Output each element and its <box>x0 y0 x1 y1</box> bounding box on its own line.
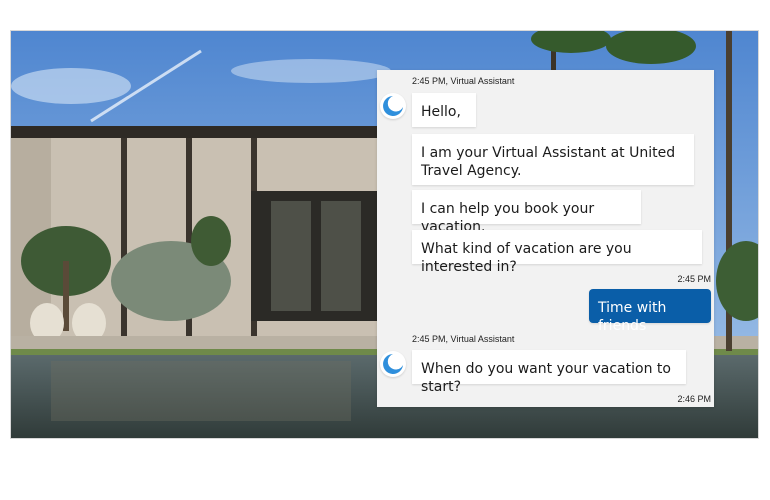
crescent-moon-avatar-icon <box>380 93 406 119</box>
assistant-message: I can help you book your vacation. <box>412 190 641 235</box>
assistant-message: When do you want your vacation to start? <box>412 350 686 395</box>
assistant-message: What kind of vacation are you interested… <box>412 230 702 275</box>
message-timestamp: 2:45 PM, Virtual Assistant <box>412 334 515 344</box>
crescent-moon-avatar-icon <box>380 351 406 377</box>
message-timestamp: 2:45 PM <box>677 274 711 284</box>
message-timestamp: 2:45 PM, Virtual Assistant <box>412 76 515 86</box>
assistant-message: I am your Virtual Assistant at United Tr… <box>412 134 694 185</box>
user-message: Time with friends <box>589 289 711 334</box>
assistant-message: Hello, <box>412 93 476 127</box>
message-timestamp: 2:46 PM <box>677 394 711 404</box>
chat-panel: 2:45 PM, Virtual Assistant Hello, I am y… <box>377 70 714 407</box>
bubble-tail-icon <box>645 392 659 402</box>
